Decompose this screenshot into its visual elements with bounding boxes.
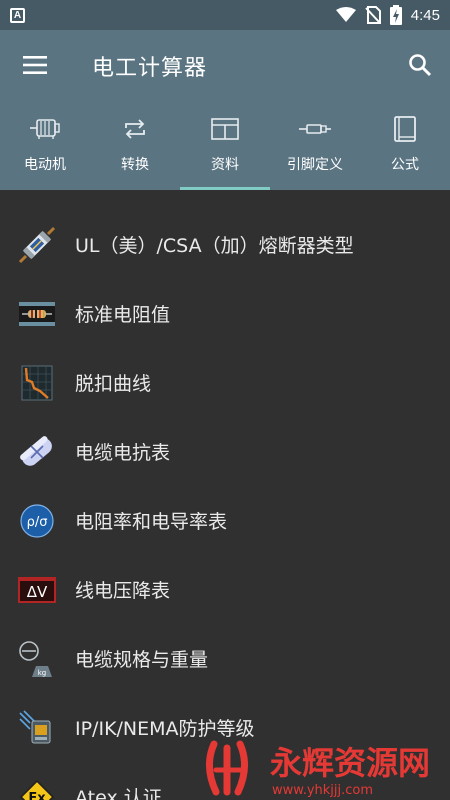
list-item-label: UL（美）/CSA（加）熔断器类型 (75, 235, 354, 257)
list-item-resistivity[interactable]: ρ/σ 电阻率和电导率表 (0, 486, 450, 555)
fuse-icon (18, 226, 56, 264)
tab-data[interactable]: 资料 (180, 108, 270, 190)
tab-bar: 电动机 转换 资料 引脚定义 公式 (0, 108, 450, 190)
trip-curve-icon (18, 364, 56, 402)
convert-icon (125, 119, 145, 139)
list-item-label: 电阻率和电导率表 (75, 511, 228, 533)
table-icon (211, 118, 239, 140)
tab-motor[interactable]: 电动机 (0, 108, 90, 190)
watermark-logo-icon (206, 740, 248, 796)
tab-label: 公式 (391, 157, 419, 173)
watermark-url: www.yhkjjj.com (272, 783, 373, 798)
list-item-label: 电缆电抗表 (75, 442, 171, 464)
tab-convert[interactable]: 转换 (90, 108, 180, 190)
list-item-cable-weight[interactable]: kg 电缆规格与重量 (0, 624, 450, 693)
atex-icon: Ex (18, 778, 56, 800)
tab-pinout[interactable]: 引脚定义 (270, 108, 360, 190)
list-item-label: Atex 认证 (75, 787, 162, 800)
list-item-label: 电缆规格与重量 (75, 649, 209, 671)
cable-weight-icon-text: kg (38, 669, 47, 677)
tab-label: 转换 (121, 157, 149, 173)
pin-icon (299, 124, 331, 134)
tab-label: 电动机 (24, 157, 66, 173)
resistor-icon (18, 295, 56, 333)
voltage-drop-icon-text: ΔV (27, 583, 48, 601)
a-icon: A (10, 7, 25, 23)
watermark: 永辉资源网 www.yhkjjj.com (200, 736, 450, 800)
atex-icon-text: Ex (28, 791, 46, 800)
book-icon (394, 116, 416, 142)
tab-formula[interactable]: 公式 (360, 108, 450, 190)
list-item-cable-reactance[interactable]: 电缆电抗表 (0, 417, 450, 486)
list-item-label: 线电压降表 (75, 580, 171, 602)
menu-button[interactable] (18, 50, 52, 80)
wifi-icon (335, 7, 356, 22)
voltage-drop-icon: ΔV (18, 571, 56, 609)
app-bar: 电工计算器 电动机 转换 资料 引脚定义 公式 (0, 30, 450, 190)
watermark-title: 永辉资源网 (270, 744, 430, 782)
tab-label: 引脚定义 (287, 157, 343, 173)
no-sim-icon (365, 6, 381, 24)
motor-icon (30, 119, 60, 139)
search-button[interactable] (400, 50, 440, 80)
list-item-label: 标准电阻值 (75, 304, 171, 326)
cable-weight-icon: kg (18, 640, 56, 678)
cable-reactance-icon (18, 433, 56, 471)
protection-rating-icon (18, 709, 56, 747)
resistivity-icon: ρ/σ (18, 502, 56, 540)
list-item-resistor-values[interactable]: 标准电阻值 (0, 279, 450, 348)
status-time: 4:45 (410, 6, 440, 24)
list-item-voltage-drop[interactable]: ΔV 线电压降表 (0, 555, 450, 624)
list-item-trip-curve[interactable]: 脱扣曲线 (0, 348, 450, 417)
tab-label: 资料 (211, 157, 239, 173)
app-title: 电工计算器 (92, 56, 208, 81)
list-item-label: 脱扣曲线 (75, 373, 152, 395)
battery-charging-icon (389, 5, 402, 25)
hamburger-menu-icon (23, 56, 47, 74)
search-icon (409, 54, 432, 77)
data-list: UL（美）/CSA（加）熔断器类型 标准电阻值 脱扣曲线 电缆电抗表 ρ/σ 电… (0, 190, 450, 800)
list-item-fuse-types[interactable]: UL（美）/CSA（加）熔断器类型 (0, 210, 450, 279)
status-bar: A 4:45 (0, 0, 450, 30)
resistivity-icon-text: ρ/σ (27, 515, 48, 530)
